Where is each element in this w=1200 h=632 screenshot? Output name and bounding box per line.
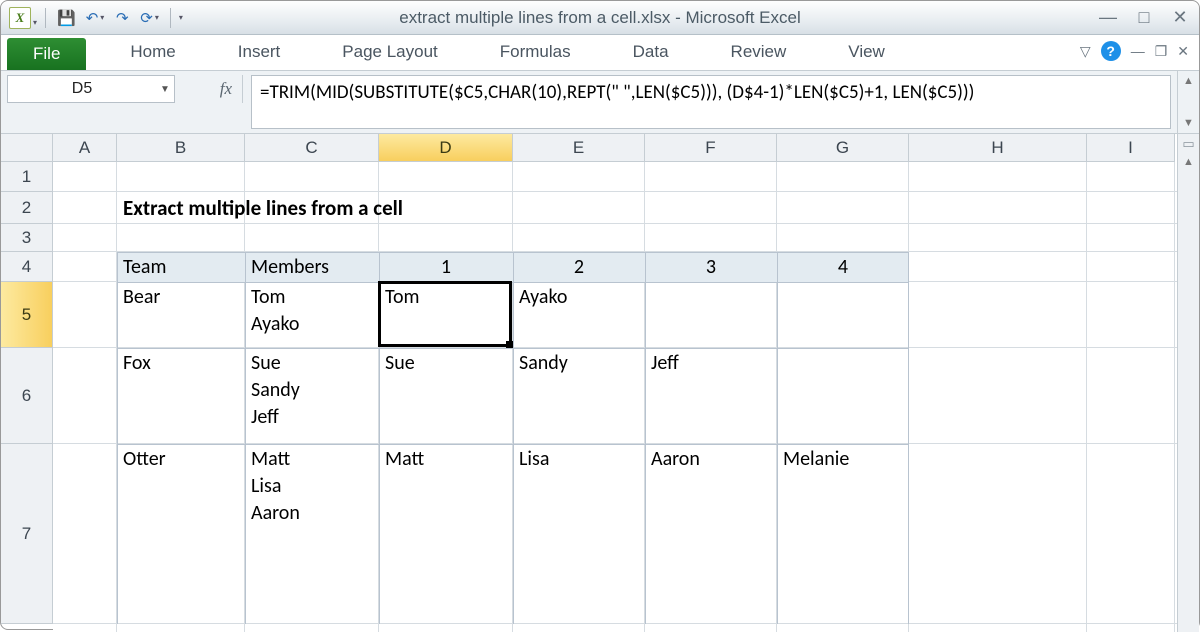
cell-C4[interactable]: Members xyxy=(245,252,379,282)
cell-D4[interactable]: 1 xyxy=(379,252,513,282)
fx-label[interactable]: fx xyxy=(175,75,243,103)
row-header-1[interactable]: 1 xyxy=(1,162,53,192)
ribbon-tabs: File Home Insert Page Layout Formulas Data Re… xyxy=(1,35,1199,71)
cell-D5[interactable]: Tom xyxy=(379,282,513,348)
row-header-3[interactable]: 3 xyxy=(1,224,53,252)
formula-scroll-up-icon[interactable]: ▲ xyxy=(1183,75,1194,87)
select-all-corner[interactable] xyxy=(1,134,53,162)
cell-C6[interactable]: Sue Sandy Jeff xyxy=(245,348,379,444)
refresh-icon: ⟳ xyxy=(140,9,153,27)
cell-E5[interactable]: Ayako xyxy=(513,282,645,348)
column-headers: ABCDEFGHI xyxy=(53,134,1175,162)
tab-view[interactable]: View xyxy=(830,36,903,70)
cell-G7[interactable]: Melanie xyxy=(777,444,909,624)
title-bar: X ▾ 💾 ↶▾ ↷ ⟳▾ ▾ extract multiple lines f… xyxy=(1,1,1199,35)
tab-data[interactable]: Data xyxy=(615,36,687,70)
cell-C5[interactable]: Tom Ayako xyxy=(245,282,379,348)
window-controls: — □ ✕ xyxy=(1097,7,1191,28)
quick-access-toolbar: X ▾ 💾 ↶▾ ↷ ⟳▾ ▾ xyxy=(9,6,183,30)
cell-B6[interactable]: Fox xyxy=(117,348,245,444)
qat-customize-icon[interactable]: ▾ xyxy=(179,13,183,22)
undo-icon: ↶ xyxy=(86,9,99,27)
row-header-4[interactable]: 4 xyxy=(1,252,53,282)
column-header-E[interactable]: E xyxy=(513,134,645,162)
workbook-restore-button[interactable]: ❐ xyxy=(1155,43,1168,60)
cell-G6[interactable] xyxy=(777,348,909,444)
cell-F6[interactable]: Jeff xyxy=(645,348,777,444)
cell-G5[interactable] xyxy=(777,282,909,348)
undo-button[interactable]: ↶▾ xyxy=(83,6,108,30)
redo-icon: ↷ xyxy=(116,9,129,27)
column-header-G[interactable]: G xyxy=(777,134,909,162)
cell-C7[interactable]: Matt Lisa Aaron xyxy=(245,444,379,624)
maximize-button[interactable]: □ xyxy=(1133,7,1155,28)
redo-button[interactable]: ↷ xyxy=(111,6,133,30)
formula-expand-icon[interactable]: ▼ xyxy=(1183,117,1194,129)
cell-F4[interactable]: 3 xyxy=(645,252,777,282)
cell-B4[interactable]: Team xyxy=(117,252,245,282)
cell-B5[interactable]: Bear xyxy=(117,282,245,348)
column-header-A[interactable]: A xyxy=(53,134,117,162)
tab-insert[interactable]: Insert xyxy=(220,36,299,70)
workbook-close-button[interactable]: ✕ xyxy=(1177,43,1189,60)
ribbon-minimize-icon[interactable]: ▽ xyxy=(1080,43,1091,60)
close-button[interactable]: ✕ xyxy=(1169,7,1191,28)
cell-F7[interactable]: Aaron xyxy=(645,444,777,624)
help-button[interactable]: ? xyxy=(1101,41,1121,61)
scroll-up-icon[interactable]: ▲ xyxy=(1183,156,1194,168)
split-handle-icon[interactable]: ▭ xyxy=(1182,136,1194,152)
minimize-button[interactable]: — xyxy=(1097,7,1119,28)
row-header-5[interactable]: 5 xyxy=(1,282,53,348)
cell-E7[interactable]: Lisa xyxy=(513,444,645,624)
row-header-2[interactable]: 2 xyxy=(1,192,53,224)
title-cell[interactable]: Extract multiple lines from a cell xyxy=(117,192,717,224)
column-header-H[interactable]: H xyxy=(909,134,1087,162)
column-header-D[interactable]: D xyxy=(379,134,513,162)
cell-G4[interactable]: 4 xyxy=(777,252,909,282)
formula-bar: D5 ▼ fx =TRIM(MID(SUBSTITUTE($C5,CHAR(10… xyxy=(1,71,1199,134)
column-header-C[interactable]: C xyxy=(245,134,379,162)
tab-page-layout[interactable]: Page Layout xyxy=(324,36,455,70)
cell-E4[interactable]: 2 xyxy=(513,252,645,282)
cell-D7[interactable]: Matt xyxy=(379,444,513,624)
tab-formulas[interactable]: Formulas xyxy=(482,36,589,70)
column-header-B[interactable]: B xyxy=(117,134,245,162)
column-header-F[interactable]: F xyxy=(645,134,777,162)
cell-D6[interactable]: Sue xyxy=(379,348,513,444)
formula-input[interactable]: =TRIM(MID(SUBSTITUTE($C5,CHAR(10),REPT("… xyxy=(251,75,1171,129)
cells-area[interactable]: Extract multiple lines from a cellTeamMe… xyxy=(53,162,1177,632)
cell-B7[interactable]: Otter xyxy=(117,444,245,624)
logo-dropdown-icon[interactable]: ▾ xyxy=(33,18,37,27)
formula-bar-scroll: ▲ ▼ xyxy=(1177,71,1199,133)
refresh-button[interactable]: ⟳▾ xyxy=(137,6,162,30)
row-header-6[interactable]: 6 xyxy=(1,348,53,444)
excel-logo[interactable]: X xyxy=(9,7,31,29)
cell-F5[interactable] xyxy=(645,282,777,348)
column-header-I[interactable]: I xyxy=(1087,134,1175,162)
row-headers: 1234567 xyxy=(1,162,53,632)
file-tab[interactable]: File xyxy=(7,38,86,70)
save-icon: 💾 xyxy=(57,9,76,27)
cell-E6[interactable]: Sandy xyxy=(513,348,645,444)
save-button[interactable]: 💾 xyxy=(54,6,79,30)
workbook-minimize-button[interactable]: — xyxy=(1131,43,1145,59)
row-header-7[interactable]: 7 xyxy=(1,444,53,624)
tab-review[interactable]: Review xyxy=(713,36,805,70)
spreadsheet-grid: ABCDEFGHI 1234567 Extract multiple lines… xyxy=(1,134,1199,632)
name-box-value: D5 xyxy=(8,80,156,98)
name-box[interactable]: D5 ▼ xyxy=(7,75,175,103)
name-box-dropdown-icon[interactable]: ▼ xyxy=(156,84,174,95)
tab-home[interactable]: Home xyxy=(112,36,193,70)
vertical-scrollbar[interactable]: ▭ ▲ xyxy=(1177,134,1199,632)
